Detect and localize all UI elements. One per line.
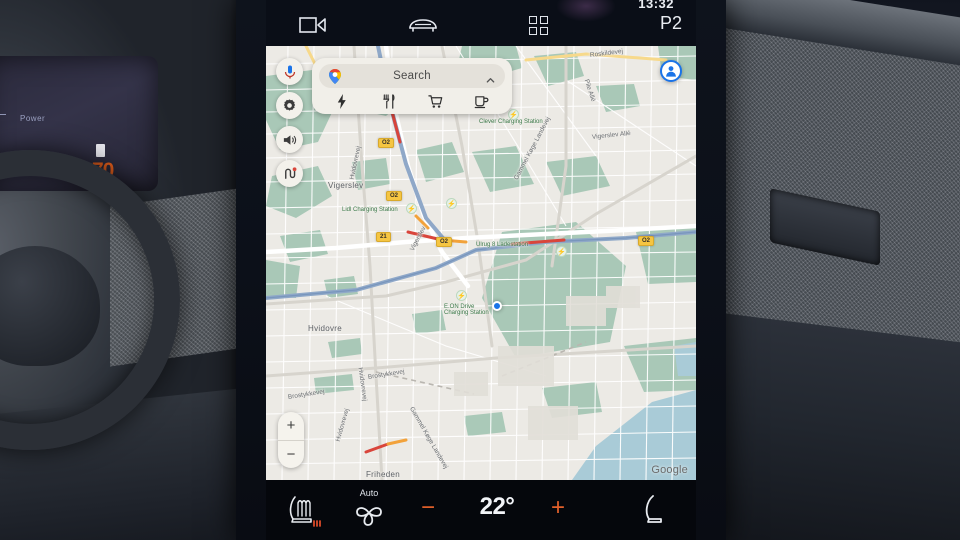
- route-icon[interactable]: [276, 160, 303, 187]
- clock: 13:32: [638, 0, 674, 11]
- search-category-row: [319, 91, 505, 111]
- fork-knife-icon[interactable]: [366, 93, 413, 109]
- cluster-tick: [0, 114, 6, 115]
- temp-decrease-button[interactable]: −: [414, 494, 442, 521]
- charging-station-poi-icon[interactable]: ⚡: [446, 198, 457, 209]
- road-shield: 21: [376, 232, 391, 242]
- temp-increase-button[interactable]: +: [544, 494, 572, 521]
- camera-icon[interactable]: [298, 14, 328, 36]
- battery-icon: [96, 144, 105, 157]
- account-avatar-icon[interactable]: [660, 60, 682, 82]
- park-indicator[interactable]: P2: [660, 13, 682, 34]
- cluster-power-label: Power: [20, 114, 46, 123]
- heated-seat-icon-right[interactable]: [632, 490, 672, 530]
- search-panel: Search: [312, 58, 512, 114]
- zoom-in-button[interactable]: +: [278, 412, 304, 440]
- map-side-controls: [276, 58, 306, 194]
- lightning-bolt-icon[interactable]: [319, 93, 366, 109]
- car-icon[interactable]: [406, 14, 440, 36]
- apps-grid-icon[interactable]: [526, 14, 550, 36]
- temperature-value[interactable]: 22°: [454, 492, 540, 522]
- search-input[interactable]: Search: [319, 64, 505, 88]
- shopping-cart-icon[interactable]: [412, 94, 459, 109]
- speaker-icon[interactable]: [276, 126, 303, 153]
- road-shield: O2: [638, 236, 655, 246]
- search-placeholder: Search: [393, 70, 431, 82]
- infotainment-screen: 13:32 P2 Vigerslev Hvidovre Friheden Ros…: [266, 0, 696, 540]
- google-maps-pin-icon: [327, 68, 343, 85]
- heated-seat-icon-left[interactable]: [284, 490, 330, 530]
- auto-fan-button[interactable]: Auto: [346, 484, 392, 532]
- chevron-up-icon[interactable]: [486, 72, 495, 83]
- user-location-dot: [492, 301, 502, 311]
- fan-icon: [356, 507, 382, 526]
- status-bar: 13:32 P2: [266, 0, 696, 46]
- center-console-right: [700, 310, 960, 540]
- coffee-cup-icon[interactable]: [459, 94, 506, 109]
- charging-station-poi-icon[interactable]: ⚡: [406, 203, 417, 214]
- charging-station-poi-icon[interactable]: ⚡: [508, 109, 519, 120]
- road-shield: O2: [436, 237, 453, 247]
- charging-station-poi-icon[interactable]: ⚡: [556, 246, 567, 257]
- map-view[interactable]: Vigerslev Hvidovre Friheden Roskildevej Vige…: [266, 46, 696, 480]
- charging-station-poi-icon[interactable]: ⚡: [456, 290, 467, 301]
- zoom-out-button[interactable]: −: [278, 441, 304, 469]
- climate-control-bar: Auto − 22° +: [266, 480, 696, 540]
- road-shield: O2: [386, 191, 403, 201]
- gear-icon[interactable]: [276, 92, 303, 119]
- road-shield: O2: [378, 138, 395, 148]
- google-attribution: Google: [651, 464, 688, 476]
- microphone-icon[interactable]: [276, 58, 303, 85]
- screenshot-root: Power 70 13:32 P2 Vigerslev Hvidovre Fri…: [0, 0, 960, 540]
- map-zoom-controls: + −: [278, 412, 304, 468]
- auto-label: Auto: [359, 488, 379, 498]
